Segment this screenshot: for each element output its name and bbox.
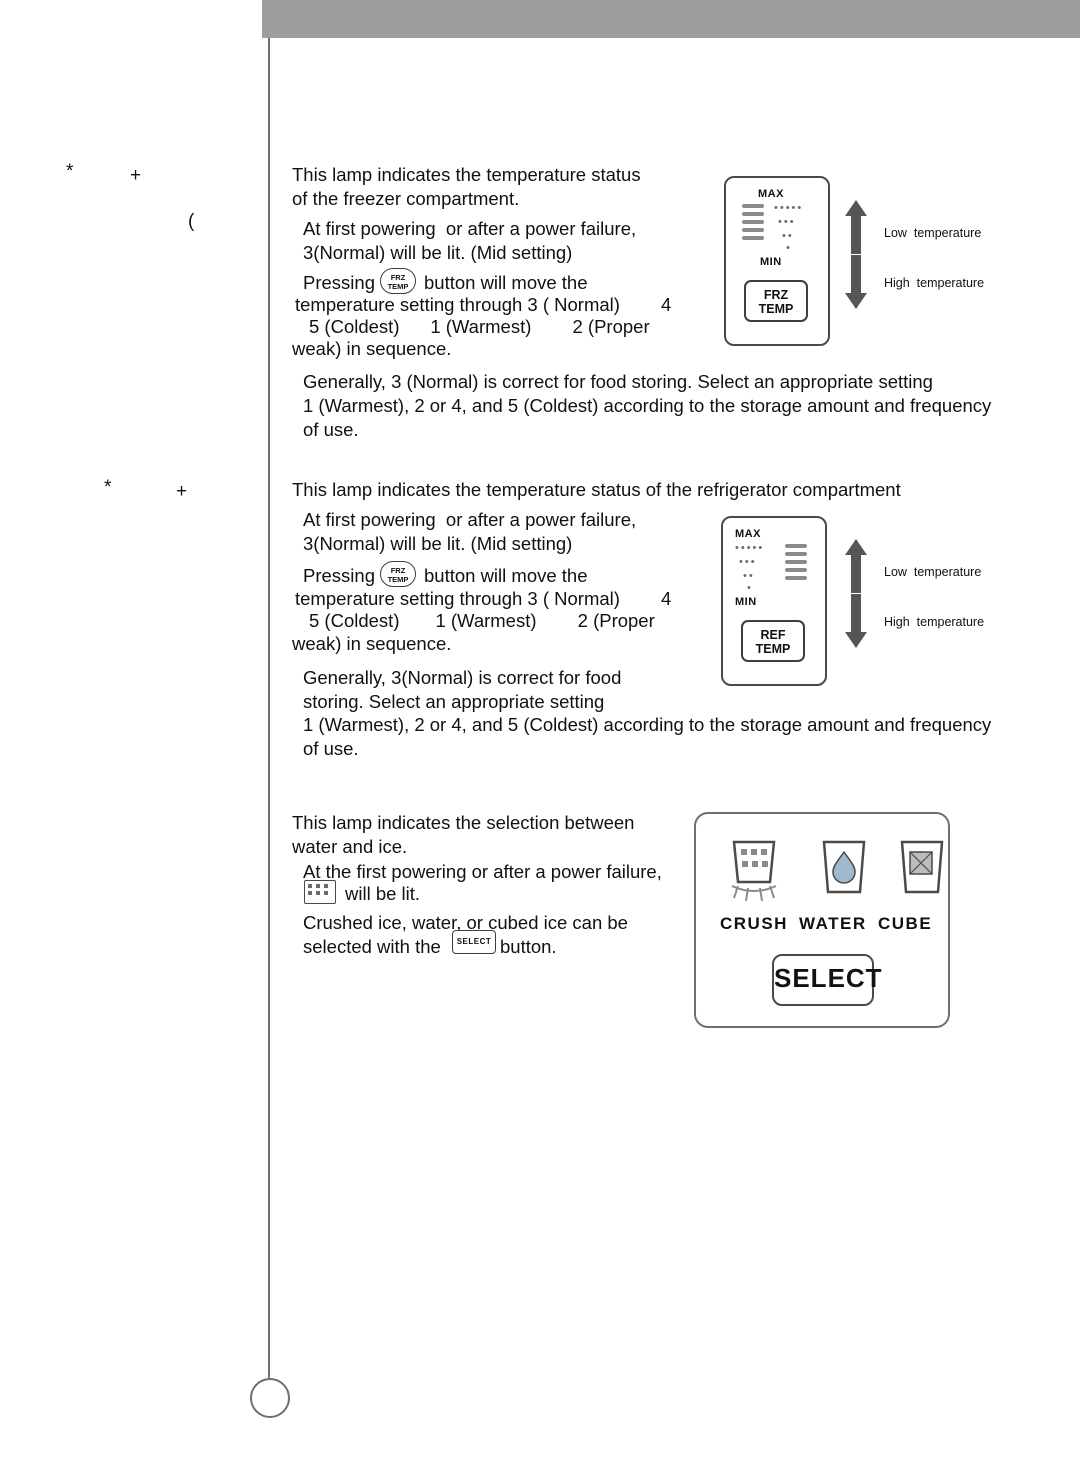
freezer-text-line-12: of use. <box>303 419 359 440</box>
cube-ice-icon <box>900 840 944 894</box>
freezer-dots-row-1: ••••• <box>774 202 804 214</box>
frz-temp-inline-button[interactable]: FRZ TEMP <box>380 268 416 294</box>
ref-dots-row-4: • <box>747 582 753 594</box>
freezer-text-line-9: weak) in sequence. <box>292 338 452 359</box>
freezer-low-temperature-label: Low temperature <box>884 226 982 240</box>
freezer-text-line-10: Generally, 3 (Normal) is correct for foo… <box>303 371 933 392</box>
ref-temp-panel-button[interactable]: REF TEMP <box>741 620 805 662</box>
freezer-panel-max-label: MAX <box>758 188 784 200</box>
ref-text-line-3: 3(Normal) will be lit. (Mid setting) <box>303 533 573 554</box>
dispenser-select-panel: CRUSH WATER CUBE SELECT <box>694 812 950 1028</box>
freezer-text-line-6: button will move the <box>424 272 588 293</box>
ref-panel-max-label: MAX <box>735 528 761 540</box>
crush-label: CRUSH <box>720 914 788 933</box>
ref-text-line-5: button will move the <box>424 565 588 586</box>
ref-led-bars <box>785 544 807 584</box>
low-temperature-up-arrow-icon <box>845 200 867 254</box>
ref-text-line-1: This lamp indicates the temperature stat… <box>292 479 901 500</box>
ref-frz-temp-inline-button-line1: FRZ <box>390 566 406 575</box>
ref-high-temperature-down-arrow-icon <box>845 594 867 648</box>
freezer-text-line-1: This lamp indicates the temperature stat… <box>292 164 641 185</box>
freezer-text-line-11: 1 (Warmest), 2 or 4, and 5 (Coldest) acc… <box>303 395 992 416</box>
freezer-text-line-2: of the freezer compartment. <box>292 188 520 209</box>
frz-temp-panel-button[interactable]: FRZ TEMP <box>744 280 808 322</box>
high-temperature-down-arrow-icon <box>845 255 867 309</box>
refrigerator-control-panel: MAX ••••• ••• •• • MIN REF TEMP <box>721 516 827 686</box>
select-text-line-3: At the first powering or after a power f… <box>303 861 662 882</box>
freezer-dots-row-2: ••• <box>778 216 796 228</box>
ref-text-line-10: storing. Select an appropriate setting <box>303 691 605 712</box>
ref-text-line-4: Pressing <box>303 565 375 586</box>
page-number-circle <box>250 1378 290 1418</box>
ref-text-line-6: temperature setting through 3 ( Normal) … <box>295 588 672 609</box>
freezer-dots-row-4: • <box>786 242 792 254</box>
frz-temp-panel-button-line2: TEMP <box>758 302 794 316</box>
select-text-line-1: This lamp indicates the selection betwee… <box>292 812 635 833</box>
ref-panel-min-label: MIN <box>735 596 757 608</box>
margin-marker-2: + <box>130 165 142 186</box>
ref-frz-temp-inline-button-line2: TEMP <box>387 575 409 584</box>
frz-temp-inline-button-line1: FRZ <box>390 273 406 282</box>
ref-temp-panel-button-line1: REF <box>760 628 786 642</box>
ref-text-line-9: Generally, 3(Normal) is correct for food <box>303 667 622 688</box>
ref-low-temperature-label: Low temperature <box>884 565 982 579</box>
ref-frz-temp-inline-button[interactable]: FRZ TEMP <box>380 561 416 587</box>
ref-dots-row-1: ••••• <box>735 542 765 554</box>
frz-temp-panel-button-line1: FRZ <box>763 288 789 302</box>
freezer-dots-row-3: •• <box>782 230 794 242</box>
select-text-line-2: water and ice. <box>292 836 408 857</box>
ref-text-line-8: weak) in sequence. <box>292 633 452 654</box>
ref-dots-row-3: •• <box>743 570 755 582</box>
margin-marker-3: ( <box>188 211 195 232</box>
freezer-text-line-7: temperature setting through 3 ( Normal) … <box>295 294 672 315</box>
margin-marker-1: * <box>66 161 74 182</box>
freezer-text-line-3: At first powering or after a power failu… <box>303 218 637 239</box>
ref-temp-panel-button-line2: TEMP <box>755 642 791 656</box>
select-inline-button[interactable]: SELECT <box>452 930 496 954</box>
select-text-line-4: will be lit. <box>345 883 421 904</box>
freezer-panel-min-label: MIN <box>760 256 782 268</box>
ref-text-line-7: 5 (Coldest) 1 (Warmest) 2 (Proper <box>309 610 655 631</box>
margin-marker-4: * <box>104 477 112 498</box>
select-panel-button[interactable]: SELECT <box>772 954 882 1006</box>
freezer-text-line-4: 3(Normal) will be lit. (Mid setting) <box>303 242 573 263</box>
ref-dots-row-2: ••• <box>739 556 757 568</box>
select-text-line-6: selected with the <box>303 936 441 957</box>
frz-temp-inline-button-line2: TEMP <box>387 282 409 291</box>
header-band <box>262 0 1080 38</box>
water-icon <box>822 840 866 894</box>
freezer-led-bars <box>742 204 764 244</box>
cube-label: CUBE <box>878 914 933 933</box>
freezer-text-line-5: Pressing <box>303 272 375 293</box>
freezer-high-temperature-label: High temperature <box>884 276 985 290</box>
ref-text-line-11: 1 (Warmest), 2 or 4, and 5 (Coldest) acc… <box>303 714 992 735</box>
ref-text-line-2: At first powering or after a power failu… <box>303 509 637 530</box>
select-text-line-7: button. <box>500 936 557 957</box>
freezer-control-panel: MAX ••••• ••• •• • MIN FRZ TEMP <box>724 176 830 346</box>
water-label: WATER <box>799 914 867 933</box>
freezer-text-line-8: 5 (Coldest) 1 (Warmest) 2 (Proper <box>309 316 650 337</box>
ref-low-temperature-up-arrow-icon <box>845 539 867 593</box>
vertical-divider <box>268 38 270 1378</box>
ref-text-line-12: of use. <box>303 738 359 759</box>
crush-ice-icon <box>731 840 777 902</box>
crushed-ice-glyph-icon <box>304 880 336 904</box>
margin-marker-5: + <box>176 481 188 502</box>
ref-high-temperature-label: High temperature <box>884 615 985 629</box>
